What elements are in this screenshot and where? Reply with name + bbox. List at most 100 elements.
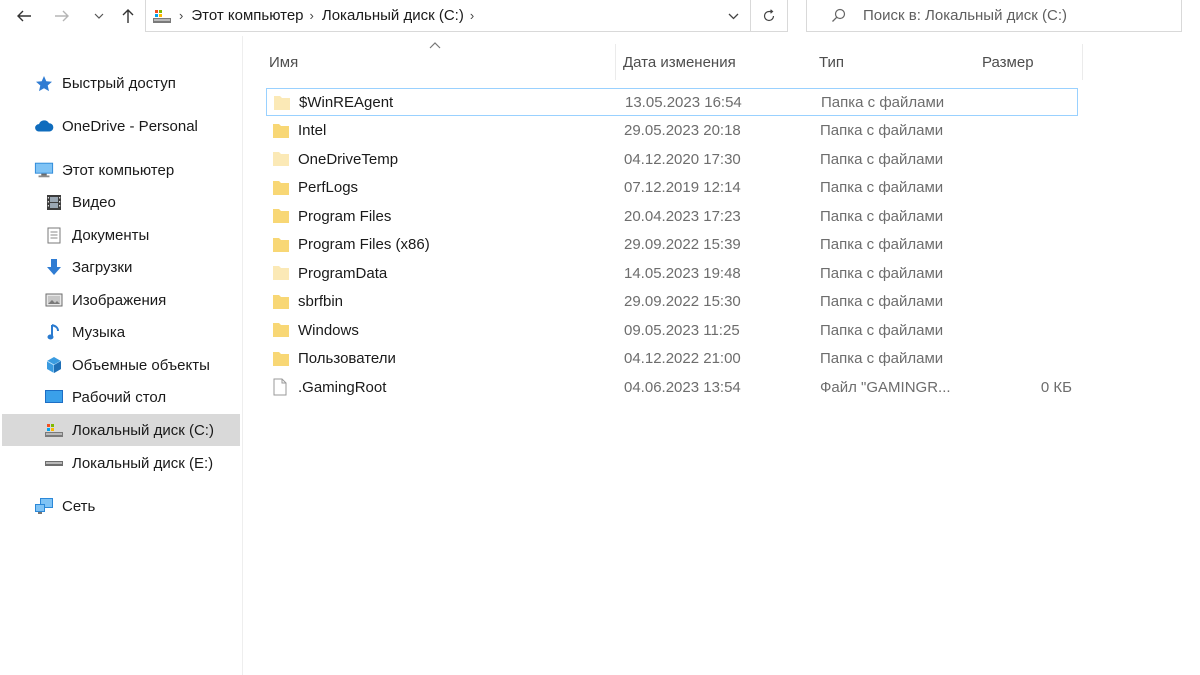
sidebar-item-downloads[interactable]: Загрузки (44, 251, 282, 283)
folder-icon (272, 236, 290, 253)
chevron-right-icon[interactable]: › (470, 8, 474, 23)
up-button[interactable] (117, 5, 139, 27)
column-header-label: Дата изменения (623, 53, 736, 71)
file-name: $WinREAgent (299, 93, 394, 111)
arrow-right-icon (55, 10, 69, 22)
column-header-label: Размер (982, 53, 1034, 71)
folder-icon (272, 321, 290, 338)
search-icon (831, 8, 847, 24)
sidebar-item-label: Рабочий стол (72, 388, 167, 406)
computer-icon (34, 161, 54, 179)
back-button[interactable] (13, 5, 35, 27)
sidebar-item-3d-objects[interactable]: Объемные объекты (44, 349, 282, 381)
documents-icon (44, 226, 64, 244)
column-header-label: Имя (269, 53, 299, 71)
file-type: Папка с файлами (820, 150, 944, 168)
file-date-modified: 13.05.2023 16:54 (625, 93, 742, 111)
chevron-right-icon[interactable]: › (310, 8, 314, 23)
sidebar-item-label: Объемные объекты (72, 356, 210, 374)
file-name: sbrfbin (298, 293, 344, 310)
sidebar-item-label: Сеть (62, 497, 96, 515)
images-icon (44, 291, 64, 309)
refresh-icon (763, 8, 775, 21)
file-type: Папка с файлами (820, 350, 944, 367)
sidebar-item-this-pc[interactable]: Этот компьютер (34, 154, 272, 186)
video-icon (44, 193, 64, 211)
sidebar-item-local-disk-e[interactable]: Локальный диск (E:) (44, 447, 282, 479)
file-date-modified: 14.05.2023 19:48 (624, 264, 741, 282)
sidebar-item-onedrive[interactable]: OneDrive - Personal (34, 110, 272, 142)
file-date-modified: 04.12.2022 21:00 (624, 350, 741, 367)
file-type: Папка с файлами (820, 179, 944, 196)
download-icon (44, 258, 64, 276)
column-header-label: Тип (819, 53, 845, 71)
file-name: .GamingRoot (298, 378, 387, 396)
sidebar-item-desktop[interactable]: Рабочий стол (44, 381, 282, 413)
file-row[interactable]: Intel 29.05.2023 20:18 Папка с файлами (266, 117, 1078, 145)
file-row[interactable]: sbrfbin 29.09.2022 15:30 Папка с файлами (266, 288, 1078, 316)
column-header-type[interactable]: Тип (816, 44, 972, 80)
file-row[interactable]: Пользователи 04.12.2022 21:00 Папка с файл… (266, 345, 1078, 373)
sidebar-item-network[interactable]: Сеть (34, 490, 272, 522)
file-type: Папка с файлами (820, 264, 944, 282)
recent-locations-button[interactable] (88, 5, 110, 27)
file-date-modified: 29.09.2022 15:30 (624, 293, 741, 310)
file-name: Пользователи (298, 350, 396, 367)
file-icon (272, 378, 290, 396)
file-type: Папка с файлами (821, 93, 945, 111)
folder-icon (272, 122, 290, 139)
file-row[interactable]: Program Files 20.04.2023 17:23 Папка с фай… (266, 202, 1078, 230)
breadcrumb-this-pc[interactable]: Этот компьютер (191, 7, 303, 24)
folder-icon (272, 207, 290, 224)
3d-objects-icon (44, 356, 64, 374)
address-toolbar: › Этот компьютер › Локальный диск (C:) › (0, 0, 1200, 34)
file-date-modified: 29.05.2023 20:18 (624, 122, 741, 139)
file-row[interactable]: ProgramData 14.05.2023 19:48 Папка с файла… (266, 259, 1078, 287)
search-box[interactable] (806, 0, 1182, 32)
file-name: OneDriveTemp (298, 150, 399, 168)
file-type: Папка с файлами (820, 236, 944, 253)
sidebar-item-label: Видео (72, 193, 116, 211)
folder-icon (272, 264, 290, 281)
breadcrumb-local-disk-c[interactable]: Локальный диск (C:) (322, 7, 464, 24)
sidebar-item-music[interactable]: Музыка (44, 316, 282, 348)
column-header-size[interactable]: Размер (979, 44, 1083, 80)
drive-icon (44, 454, 64, 472)
sidebar-item-label: Локальный диск (C:) (72, 421, 214, 439)
file-row[interactable]: PerfLogs 07.12.2019 12:14 Папка с файлами (266, 174, 1078, 202)
sidebar-item-label: Музыка (72, 323, 126, 341)
file-row[interactable]: OneDriveTemp 04.12.2020 17:30 Папка с файл… (266, 145, 1078, 173)
arrow-up-icon (122, 9, 134, 23)
sidebar-item-label: Локальный диск (E:) (72, 454, 214, 472)
search-input[interactable] (861, 6, 1165, 25)
file-date-modified: 09.05.2023 11:25 (624, 321, 740, 339)
file-row[interactable]: Windows 09.05.2023 11:25 Папка с файлами (266, 316, 1078, 344)
sidebar-item-label: Документы (72, 226, 150, 244)
navigation-pane: Быстрый доступ OneDrive - Personal Этот … (0, 36, 243, 675)
star-icon (34, 74, 54, 92)
file-date-modified: 29.09.2022 15:39 (624, 236, 741, 253)
file-type: Папка с файлами (820, 293, 944, 310)
column-header-name[interactable]: Имя (266, 44, 616, 80)
sidebar-item-documents[interactable]: Документы (44, 219, 282, 251)
address-history-dropdown[interactable] (723, 6, 743, 26)
sidebar-item-local-disk-c[interactable]: Локальный диск (C:) (2, 414, 240, 446)
sidebar-item-videos[interactable]: Видео (44, 186, 282, 218)
file-row[interactable]: .GamingRoot 04.06.2023 13:54 Файл "GAMINGR… (266, 373, 1078, 401)
file-row[interactable]: $WinREAgent 13.05.2023 16:54 Папка с файла… (266, 88, 1078, 116)
file-date-modified: 04.12.2020 17:30 (624, 150, 741, 168)
file-row[interactable]: Program Files (x86) 29.09.2022 15:39 Папка… (266, 231, 1078, 259)
chevron-right-icon[interactable]: › (179, 8, 183, 23)
file-name: Program Files (298, 207, 392, 225)
address-bar[interactable]: › Этот компьютер › Локальный диск (C:) › (145, 0, 788, 32)
file-type: Папка с файлами (820, 321, 944, 339)
sidebar-item-quick-access[interactable]: Быстрый доступ (34, 67, 272, 99)
forward-button[interactable] (51, 5, 73, 27)
network-icon (34, 497, 54, 515)
folder-icon (272, 150, 290, 167)
column-header-date[interactable]: Дата изменения (620, 44, 806, 80)
sidebar-item-label: OneDrive - Personal (62, 117, 198, 135)
file-name: ProgramData (298, 264, 388, 282)
refresh-button[interactable] (750, 0, 787, 31)
sidebar-item-images[interactable]: Изображения (44, 284, 282, 316)
